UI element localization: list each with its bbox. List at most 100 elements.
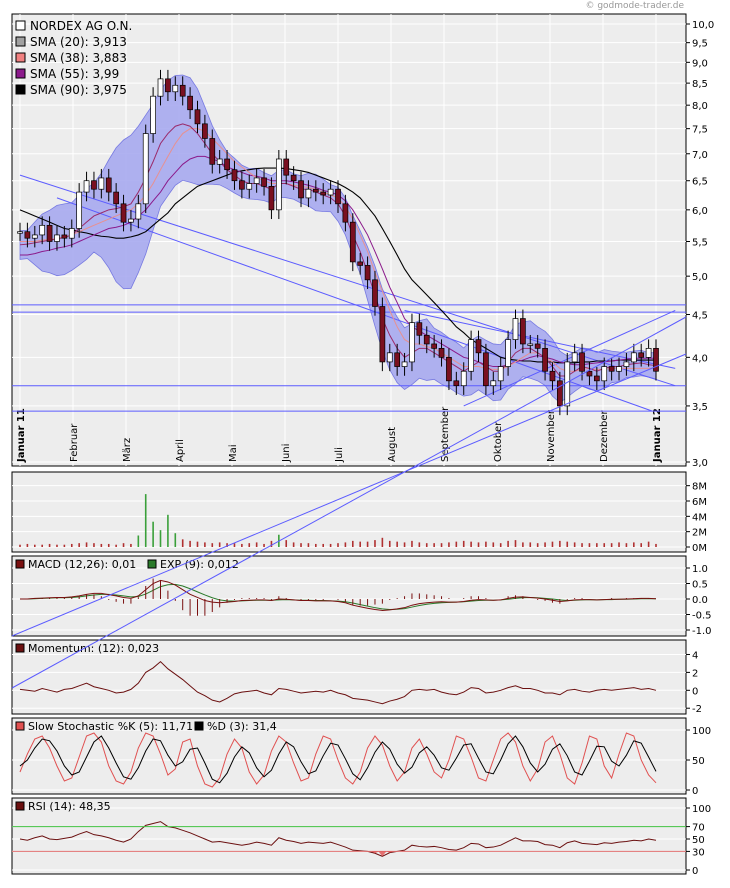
macd-legend-swatch — [147, 559, 157, 569]
stochastic-tick-label: 0 — [692, 786, 698, 797]
candle-body — [202, 123, 208, 139]
candle-body — [409, 322, 415, 363]
momentum-legend-swatch — [15, 643, 25, 653]
macd-tick-label: 1.0 — [692, 564, 708, 575]
candle-body — [386, 352, 393, 363]
momentum-legend-label: Momentum: (12): 0,023 — [28, 642, 159, 655]
panel-frame-5 — [11, 797, 687, 875]
rsi-legend-swatch — [15, 801, 25, 811]
price-tick-label: 4,5 — [692, 310, 708, 321]
candle-body — [446, 356, 452, 382]
candle-body — [268, 186, 275, 211]
rsi-tick-label: 0 — [692, 866, 698, 877]
candle-body — [645, 348, 652, 358]
legend-swatch — [15, 36, 26, 47]
candle-body — [157, 78, 164, 97]
stochastic-tick-label: 100 — [692, 726, 711, 737]
candle-body — [290, 174, 297, 182]
candle-body — [261, 177, 267, 187]
candle-body — [460, 370, 467, 387]
chart-canvas: 10,0 9,5 9,0 8,5 8,0 7,5 7,0 6,5 6,0 5,5 5,0 4,5 4,0… — [11, 13, 714, 877]
price-tick-label: 5,5 — [692, 237, 708, 248]
candle-body — [520, 318, 526, 345]
candle-body — [557, 380, 563, 407]
candle-body — [113, 191, 119, 205]
legend-label: SMA (55): 3,99 — [30, 67, 119, 81]
candle-body — [638, 352, 645, 358]
candle-body — [564, 361, 571, 407]
stochastic-legend-swatch — [15, 721, 25, 731]
candle-body — [98, 177, 105, 190]
macd-tick-label: 0.5 — [692, 580, 708, 591]
stochastic-legend-label: Slow Stochastic %K (5): 11,71 — [28, 720, 193, 733]
legend-label: SMA (38): 3,883 — [30, 51, 127, 65]
price-tick-label: 9,5 — [692, 39, 708, 50]
candle-body — [39, 224, 46, 236]
candle-body — [298, 180, 304, 199]
candle-body — [283, 158, 290, 176]
candle-body — [83, 180, 90, 193]
month-label: März — [122, 438, 133, 462]
candle-body — [231, 169, 238, 182]
candle-body — [453, 380, 460, 387]
price-tick-label: 7,0 — [692, 150, 708, 161]
candle-body — [91, 180, 97, 190]
candle-body — [312, 188, 319, 193]
price-tick-label: 4,0 — [692, 353, 708, 364]
candle-body — [335, 188, 341, 205]
candle-body — [209, 138, 216, 165]
price-tick-label: 9,0 — [692, 58, 708, 69]
price-tick-label: 3,0 — [692, 458, 708, 469]
rsi-tick-label: 100 — [692, 804, 711, 815]
price-tick-label: 5,0 — [692, 272, 708, 283]
price-tick-label: 10,0 — [692, 20, 714, 31]
month-label: Februar — [69, 423, 80, 462]
candle-body — [46, 224, 53, 242]
legend-swatch — [15, 20, 26, 31]
price-tick-label: 7,5 — [692, 125, 708, 136]
legend-label: SMA (20): 3,913 — [30, 35, 127, 49]
candle-body — [142, 133, 149, 205]
candle-body — [320, 191, 327, 196]
candle-body — [357, 261, 364, 266]
candle-body — [394, 352, 401, 367]
candle-body — [475, 339, 482, 354]
candle-body — [165, 78, 171, 93]
candle-body — [275, 158, 282, 211]
candle-body — [76, 191, 83, 229]
candle-body — [416, 322, 423, 336]
month-label: Mai — [228, 444, 239, 462]
candle-body — [135, 203, 142, 220]
macd-tick-label: -1.0 — [692, 626, 712, 637]
stochastic-legend-label: %D (3): 31,4 — [207, 720, 277, 733]
price-tick-label: 3,5 — [692, 402, 708, 413]
price-tick-label: 8,0 — [692, 101, 708, 112]
candle-body — [150, 95, 156, 134]
candle-body — [61, 234, 68, 239]
candle-body — [423, 334, 430, 345]
candle-body — [342, 203, 349, 223]
candle-body — [24, 231, 31, 239]
candle-body — [401, 361, 408, 367]
copyright-text: © godmode-trader.de — [585, 1, 684, 11]
candle-body — [372, 279, 378, 307]
volume-tick-label: 2M — [692, 528, 707, 539]
candle-body — [431, 343, 437, 349]
legend-label: SMA (90): 3,975 — [30, 83, 127, 97]
rsi-tick-label: 30 — [692, 847, 705, 858]
candle-body — [527, 343, 534, 346]
candle-body — [586, 370, 593, 377]
candle-body — [54, 234, 60, 242]
month-label: Juni — [281, 444, 292, 463]
candle-body — [438, 348, 445, 358]
candle-body — [571, 352, 578, 363]
candle-body — [194, 109, 201, 125]
candle-body — [349, 221, 356, 263]
candle-body — [172, 84, 179, 93]
candle-body — [246, 183, 253, 190]
price-tick-label: 8,5 — [692, 79, 708, 90]
candle-body — [505, 339, 511, 367]
momentum-tick-label: 0 — [692, 686, 698, 697]
candle-body — [623, 361, 630, 367]
candle-body — [549, 370, 556, 382]
